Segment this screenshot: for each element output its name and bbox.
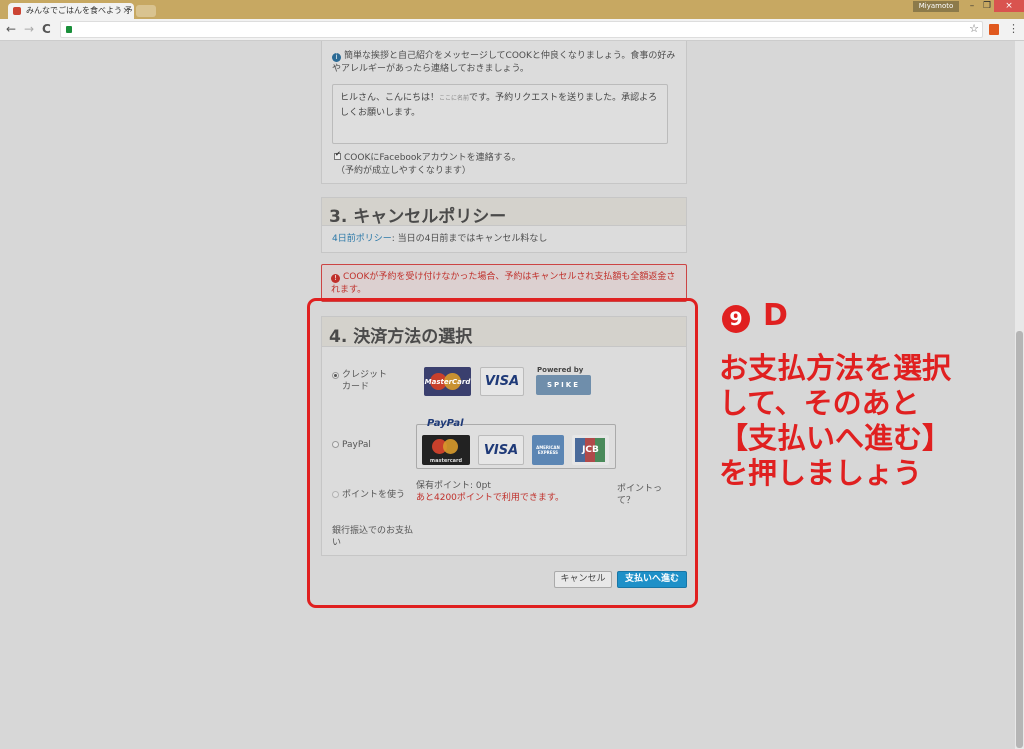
policy-link[interactable]: 4日前ポリシー xyxy=(332,234,392,244)
annotation-line-2: して、そのあと xyxy=(719,386,920,420)
alert-icon: ! xyxy=(331,274,340,283)
favicon-icon xyxy=(13,7,21,15)
browser-tab-strip: みんなでごはんを食べよう 予 × Miyamoto – ❐ × xyxy=(0,0,1024,19)
cancel-policy-title: 3. キャンセルポリシー xyxy=(329,207,507,227)
forward-icon[interactable]: → xyxy=(24,22,34,36)
new-tab-button[interactable] xyxy=(136,5,156,17)
annotation-text: お支払方法を選択 して、そのあと 【支払いへ進む】 を押しましょう xyxy=(719,351,951,491)
highlight-frame xyxy=(307,298,698,608)
annotation-line-1: お支払方法を選択 xyxy=(719,351,952,385)
annotation-line-3: 【支払いへ進む】 xyxy=(719,421,952,455)
scrollbar[interactable] xyxy=(1015,41,1024,749)
address-bar: ← → C ☆ ⋮ xyxy=(0,19,1024,41)
bookmark-star-icon[interactable]: ☆ xyxy=(969,22,979,35)
facebook-label: COOKにFacebookアカウントを連絡する。 xyxy=(344,153,521,163)
reload-icon[interactable]: C xyxy=(42,22,51,36)
window-close-button[interactable]: × xyxy=(994,0,1024,12)
error-text: COOKが予約を受け付けなかった場合、予約はキャンセルされ支払額も全額返金されま… xyxy=(331,272,676,295)
tab-title: みんなでごはんを食べよう 予 xyxy=(26,6,133,15)
back-icon[interactable]: ← xyxy=(6,22,16,36)
policy-text: : 当日の4日前まではキャンセル料なし xyxy=(391,234,548,244)
step-letter: D xyxy=(763,298,788,333)
message-textarea[interactable]: ヒルさん、こんにちは！ここに名前です。予約リクエストを送りました。承認よろしくお… xyxy=(332,84,668,144)
message-info-text: 簡単な挨拶と自己紹介をメッセージしてCOOKと仲良くなりましょう。食事の好みやア… xyxy=(332,51,676,74)
browser-menu-icon[interactable]: ⋮ xyxy=(1008,22,1019,35)
scrollbar-thumb[interactable] xyxy=(1016,331,1023,748)
facebook-note: （予約が成立しやすくなります） xyxy=(336,166,471,176)
browser-tab[interactable]: みんなでごはんを食べよう 予 × xyxy=(8,3,134,19)
tab-close-icon[interactable]: × xyxy=(122,3,130,19)
message-info: i 簡単な挨拶と自己紹介をメッセージしてCOOKと仲良くなりましょう。食事の好みや… xyxy=(332,50,677,76)
annotation-line-4: を押しましょう xyxy=(719,456,923,490)
url-input[interactable]: ☆ xyxy=(60,21,983,38)
info-icon: i xyxy=(332,53,341,62)
lock-icon xyxy=(66,26,72,33)
office-extension-icon[interactable] xyxy=(989,24,999,35)
error-alert: ! COOKが予約を受け付けなかった場合、予約はキャンセルされ支払額も全額返金され… xyxy=(321,264,687,302)
message-name-placeholder: ここに名前 xyxy=(439,95,470,102)
message-text-part1: ヒルさん、こんにちは！ xyxy=(340,93,440,103)
facebook-checkbox[interactable]: ✔ xyxy=(334,150,341,160)
profile-name[interactable]: Miyamoto xyxy=(913,1,959,12)
step-number-badge: 9 xyxy=(722,305,750,333)
